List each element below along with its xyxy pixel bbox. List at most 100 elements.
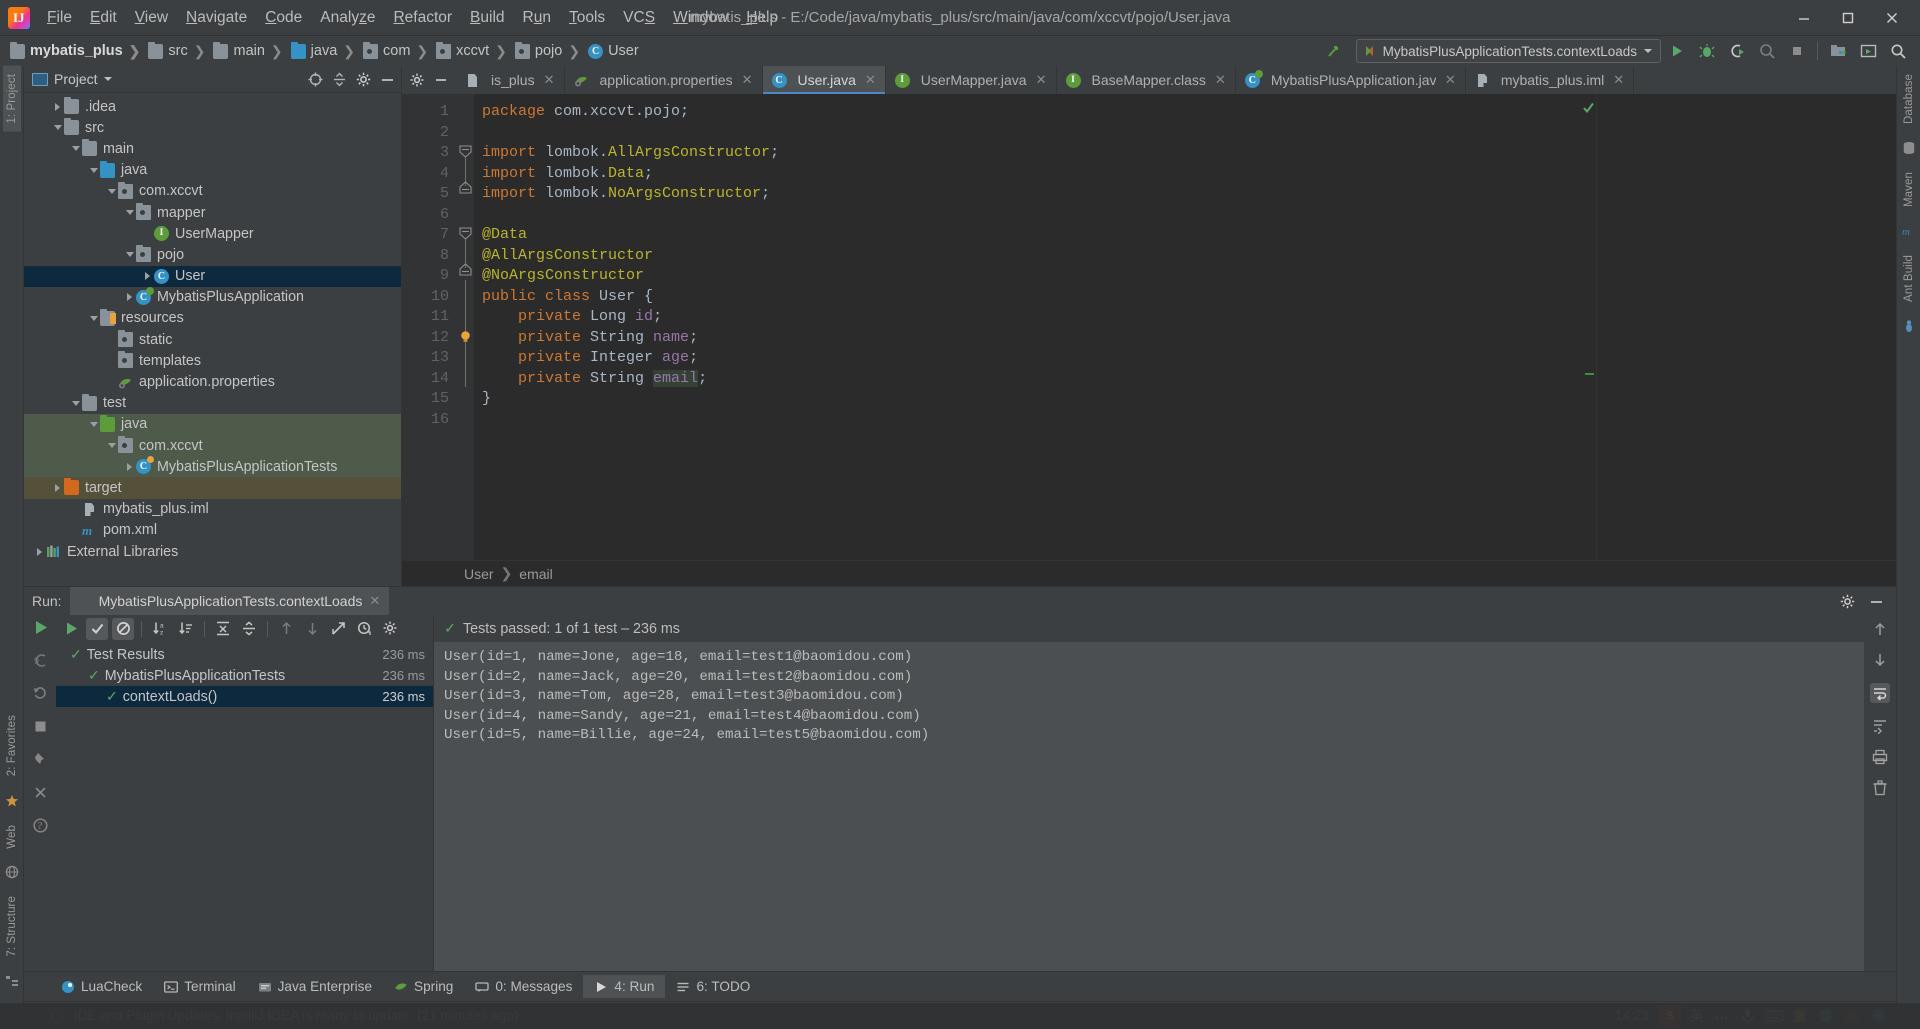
console-output[interactable]: User(id=1, name=Jone, age=18, email=test… (434, 642, 1864, 971)
menu-item-window[interactable]: Window (664, 5, 737, 30)
menu-item-edit[interactable]: Edit (81, 5, 126, 30)
tree-node--idea[interactable]: .idea (24, 96, 401, 117)
close-icon[interactable]: ✕ (1613, 72, 1624, 88)
sidebar-item-favorites[interactable]: 2: Favorites (3, 707, 21, 784)
scroll-to-end-icon[interactable] (1872, 718, 1888, 734)
sort-by-duration-icon[interactable] (175, 618, 197, 640)
sort-alphabetically-icon[interactable]: az (149, 618, 171, 640)
minimize-button[interactable] (1782, 1, 1826, 35)
sidebar-item-structure[interactable]: 7: Structure (3, 888, 21, 965)
menu-item-run[interactable]: Run (514, 5, 560, 30)
run-configuration-selector[interactable]: MybatisPlusApplicationTests.contextLoads (1355, 39, 1661, 63)
expand-all-icon[interactable] (212, 618, 234, 640)
code-content[interactable]: package com.xccvt.pojo; import lombok.Al… (474, 94, 1582, 560)
menu-item-help[interactable]: Help (737, 5, 787, 30)
chevron-down-icon[interactable] (123, 252, 136, 258)
menu-item-tools[interactable]: Tools (560, 5, 614, 30)
run-button[interactable] (1663, 38, 1691, 64)
breadcrumb-item-module[interactable]: mybatis_plus ❯ (8, 41, 146, 60)
chevron-down-icon[interactable] (51, 125, 64, 131)
project-tree[interactable]: .idea src main java com.xccvt mapper I UserMapp… (24, 93, 401, 586)
export-test-results-icon[interactable] (327, 618, 349, 640)
test-history-icon[interactable] (353, 618, 375, 640)
rerun-tests-icon[interactable] (32, 619, 49, 636)
editor-tab-usermapper-java[interactable]: I UserMapper.java ✕ (885, 66, 1057, 94)
tool-tab-terminal[interactable]: Terminal (153, 975, 246, 998)
menu-item-code[interactable]: Code (256, 5, 311, 30)
menu-item-refactor[interactable]: Refactor (384, 5, 461, 30)
editor-tab-is-plus[interactable]: is_plus ✕ (456, 66, 565, 94)
project-structure-button[interactable] (1824, 38, 1852, 64)
show-passed-toggle[interactable] (86, 617, 108, 640)
breadcrumb-item-com[interactable]: com ❯ (361, 41, 434, 60)
editor-tab-mybatis-plus-iml[interactable]: mybatis_plus.iml ✕ (1465, 66, 1635, 94)
tree-node-resources[interactable]: resources (24, 308, 401, 329)
hide-panel-icon[interactable] (1869, 594, 1884, 609)
tool-tab-java-enterprise[interactable]: Java Enterprise (247, 975, 383, 998)
tree-node-mybatisplusapplicationtests[interactable]: C MybatisPlusApplicationTests (24, 456, 401, 478)
editor-breadcrumb-class[interactable]: User (464, 566, 494, 582)
tool-tab-luacheck[interactable]: LuaCheck (50, 975, 153, 998)
menu-bar[interactable]: File Edit View Navigate Code Analyze Ref… (38, 0, 787, 35)
chevron-right-icon[interactable] (33, 547, 46, 556)
close-icon[interactable]: ✕ (1445, 72, 1456, 88)
chevron-down-icon[interactable] (87, 167, 100, 173)
profile-button[interactable] (1753, 38, 1781, 64)
structure-icon[interactable] (5, 974, 19, 988)
tree-node-pom-xml[interactable]: m pom.xml (24, 520, 401, 541)
tree-node-test[interactable]: test (24, 393, 401, 414)
breadcrumb-item-main[interactable]: main ❯ (211, 41, 288, 60)
tree-node-target[interactable]: target (24, 477, 401, 499)
tree-node-com-xccvt[interactable]: com.xccvt (24, 435, 401, 457)
chevron-right-icon[interactable] (51, 102, 64, 111)
breadcrumb-item-src[interactable]: src ❯ (146, 41, 211, 60)
tree-node-static[interactable]: static (24, 329, 401, 350)
tree-node-main[interactable]: main (24, 138, 401, 159)
hide-panel-icon[interactable] (380, 72, 395, 87)
editor-breadcrumb-field[interactable]: email (519, 566, 552, 582)
menu-item-file[interactable]: File (38, 5, 81, 30)
tree-node-user[interactable]: C User (24, 265, 401, 287)
print-icon[interactable] (1872, 749, 1888, 765)
collapse-all-icon[interactable] (332, 72, 347, 87)
tool-tab-6-todo[interactable]: 6: TODO (665, 975, 761, 998)
sidebar-item-maven[interactable]: Maven (1900, 164, 1918, 215)
settings-gear-icon[interactable] (410, 73, 424, 87)
tree-node-mybatis-plus-iml[interactable]: mybatis_plus.iml (24, 499, 401, 520)
chevron-down-icon[interactable] (69, 400, 82, 406)
breadcrumb-item-user[interactable]: C User (586, 43, 641, 59)
stop-icon[interactable] (32, 718, 49, 735)
test-tree-node-mybatisplusapplicationtests[interactable]: ✓ MybatisPlusApplicationTests 236 ms (56, 665, 433, 686)
tool-tab-spring[interactable]: Spring (383, 975, 464, 998)
build-project-icon[interactable] (1320, 38, 1348, 64)
tree-node-mybatisplusapplication[interactable]: C MybatisPlusApplication (24, 286, 401, 308)
breadcrumb-item-xccvt[interactable]: xccvt ❯ (434, 41, 513, 60)
debug-rerun-icon[interactable]: 9 (32, 652, 49, 669)
editor-tab-mybatisplusapplication-java[interactable]: C MybatisPlusApplication.java ✕ (1235, 66, 1466, 94)
chevron-down-icon[interactable] (69, 146, 82, 152)
test-tree-node-test-results[interactable]: ✓ Test Results 236 ms (56, 644, 433, 665)
tree-node-application-properties[interactable]: application.properties (24, 371, 401, 392)
close-icon[interactable]: ✕ (865, 72, 876, 88)
chevron-down-icon[interactable] (105, 188, 118, 194)
menu-item-build[interactable]: Build (461, 5, 513, 30)
settings-gear-icon[interactable] (356, 72, 371, 87)
soft-wrap-icon[interactable] (1870, 683, 1890, 703)
chevron-down-icon[interactable] (123, 210, 136, 216)
pin-tab-icon[interactable] (32, 751, 49, 768)
sidebar-item-web[interactable]: Web (3, 817, 21, 857)
debug-button[interactable] (1693, 38, 1721, 64)
editor-tab-basemapper-class[interactable]: I BaseMapper.class ✕ (1056, 66, 1236, 94)
rerun-button[interactable] (60, 618, 82, 640)
editor-tab-application-properties[interactable]: application.properties ✕ (564, 66, 763, 94)
scroll-from-source-icon[interactable] (308, 72, 323, 87)
close-button[interactable] (1870, 1, 1914, 35)
star-icon[interactable] (5, 794, 19, 808)
scroll-down-icon[interactable] (1872, 652, 1888, 668)
terminal-window-button[interactable] (1854, 38, 1882, 64)
chevron-down-icon[interactable] (87, 421, 100, 427)
test-tree-node-contextloads-[interactable]: ✓ contextLoads() 236 ms (56, 686, 433, 707)
maven-icon[interactable]: m (1902, 224, 1916, 238)
menu-item-view[interactable]: View (126, 5, 177, 30)
menu-item-navigate[interactable]: Navigate (177, 5, 256, 30)
